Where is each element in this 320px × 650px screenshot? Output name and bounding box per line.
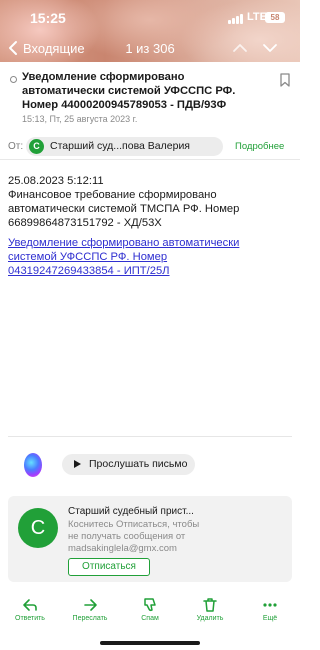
home-indicator[interactable] [100,641,200,645]
more-label: Ещё [262,615,278,622]
more-dots-icon [263,603,277,607]
forward-button[interactable]: Переслать [60,594,120,630]
header: 15:25 LTE 58 Входящие 1 из 306 [0,0,300,62]
listen-label: Прослушать письмо [89,458,188,470]
body-line: автоматически системой ТМСПА РФ. Номер [8,203,240,215]
reply-label: Ответить [15,615,45,622]
sender-chip[interactable]: С Старший суд...пова Валерия [26,137,223,156]
card-text: Коснитесь Отписаться, чтобы не получать … [68,519,218,555]
delete-button[interactable]: Удалить [180,594,240,630]
sender-row: От: С Старший суд...пова Валерия Подробн… [0,134,300,160]
status-bar: 15:25 LTE 58 [0,6,300,26]
forward-icon [84,599,97,611]
details-link[interactable]: Подробнее [235,141,284,152]
spam-button[interactable]: Спам [120,594,180,630]
signal-icon [228,14,244,24]
unsubscribe-button[interactable]: Отписаться [68,558,150,576]
unread-dot-icon[interactable] [10,76,17,83]
more-button[interactable]: Ещё [240,594,300,630]
body-line: 66899864873151792 - ХД/53Х [8,217,162,229]
assistant-orb-icon[interactable] [24,453,42,477]
from-label: От: [8,141,24,152]
sender-avatar: С [29,139,44,154]
card-avatar: С [18,508,58,548]
trash-icon [203,598,217,612]
chevron-down-icon[interactable] [262,41,278,55]
card-title: Старший судебный прист... [68,506,194,517]
delete-label: Удалить [196,615,224,622]
bottom-toolbar: Ответить Переслать Спам Удалить Ещё [0,594,300,630]
listen-button[interactable]: Прослушать письмо [62,454,195,475]
battery-level: 58 [270,13,280,22]
message-body: 25.08.2023 5:12:11 Финансовое требование… [8,174,293,230]
card-text-line: madsakinglela@gmx.com [68,543,177,554]
body-line: 25.08.2023 5:12:11 [8,175,104,187]
link-line[interactable]: Уведомление сформировано автоматически [8,236,293,250]
status-time: 15:25 [30,10,66,26]
message-link[interactable]: Уведомление сформировано автоматически с… [8,236,293,278]
body-line: Финансовое требование сформировано [8,189,217,201]
forward-label: Переслать [72,615,108,622]
reply-icon [23,599,37,611]
sender-name: Старший суд...пова Валерия [50,140,190,152]
card-text-line: не получать сообщения от [68,531,186,542]
thumbs-down-icon [144,598,156,612]
play-icon [74,460,81,468]
network-label: LTE [247,11,267,23]
unsubscribe-card: С Старший судебный прист... Коснитесь От… [8,496,292,582]
message-subject: Уведомление сформировано автоматически с… [22,71,236,111]
link-line[interactable]: системой УФССПС РФ. Номер [8,250,293,264]
card-text-line: Коснитесь Отписаться, чтобы [68,519,200,530]
spam-label: Спам [141,615,159,622]
chevron-up-icon[interactable] [232,41,248,55]
nav-bar: Входящие 1 из 306 [0,37,300,59]
link-line[interactable]: 04319247269433854 - ИПТ/25Л [8,264,293,278]
divider [8,436,292,437]
battery-icon: 58 [265,12,285,23]
reply-button[interactable]: Ответить [0,594,60,630]
message-date: 15:13, Пт, 25 августа 2023 г. [22,114,138,124]
bookmark-icon[interactable] [280,73,290,87]
message-counter: 1 из 306 [125,41,175,56]
